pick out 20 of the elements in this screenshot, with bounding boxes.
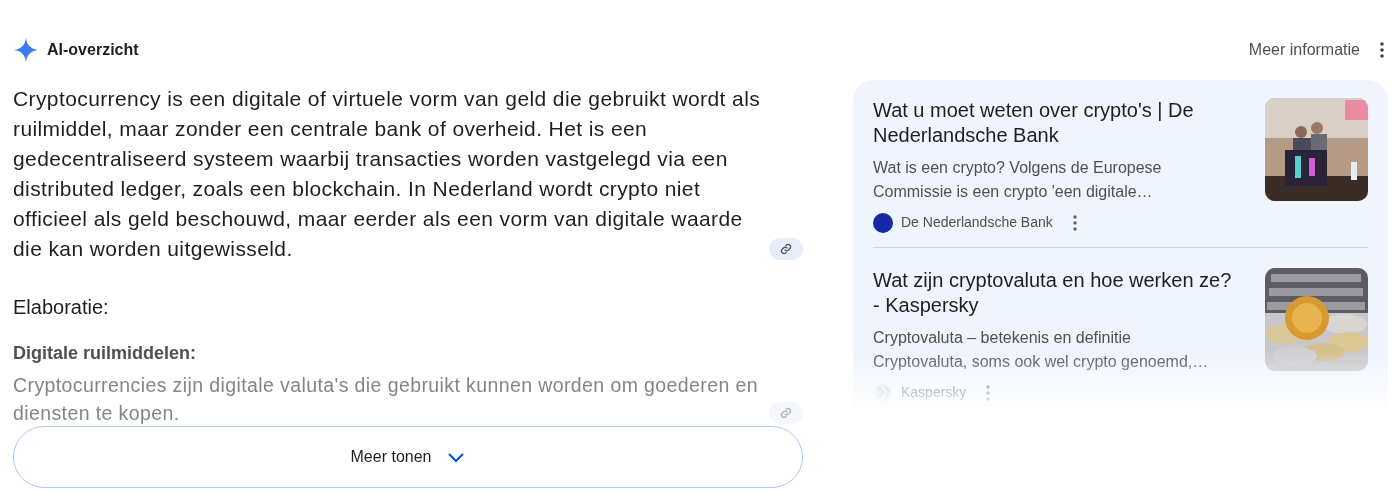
link-button[interactable] (769, 238, 803, 260)
source-snippet: Wat is een crypto? Volgens de Europese (873, 158, 1163, 178)
chevron-down-icon (447, 451, 466, 463)
subsection-paragraph: Cryptocurrencies zijn digitale valuta's die gebruikt kunnen worden om goederen en diensten te kopen. (13, 373, 760, 426)
link-icon (780, 407, 792, 419)
subsection-heading: Digitale ruilmiddelen: (13, 342, 198, 365)
section-heading: Elaboratie: (13, 295, 110, 320)
source-name: Kaspersky (901, 383, 967, 402)
source-snippet: Cryptovaluta – betekenis en definitie (873, 328, 1132, 348)
sparkle-icon (13, 37, 39, 63)
link-icon (780, 243, 792, 255)
more-info-link[interactable]: Meer informatie (1248, 38, 1360, 62)
source-title-link[interactable]: Wat zijn cryptovaluta en hoe werken ze? - Kaspersky (873, 268, 1233, 318)
source-snippet: Commissie is een crypto 'een digitale… (873, 182, 1154, 202)
show-more-button[interactable]: Meer tonen (13, 426, 803, 488)
source-snippet: Cryptovaluta, soms ook wel crypto genoemd,… (873, 352, 1210, 372)
source-name: De Nederlandsche Bank (901, 213, 1053, 232)
summary-paragraph: Cryptocurrency is een digitale of virtuele vorm van geld die gebruikt wordt als ruilmiddel, maar zonder een centrale bank of overheid. Het is een gedecentraliseerd systeem waarbij transacties worden vastgelegd via een distributed ledger, zoals een blockchain. In Nederland wordt crypto niet officieel als geld beschouwd, maar eerder als een vorm van digitale waarde die kan worden uitgewisseld. (13, 86, 762, 262)
section-title: AI-overzicht (47, 40, 139, 60)
source-title-link[interactable]: Wat u moet weten over crypto's | De Nederlandsche Bank (873, 98, 1233, 148)
